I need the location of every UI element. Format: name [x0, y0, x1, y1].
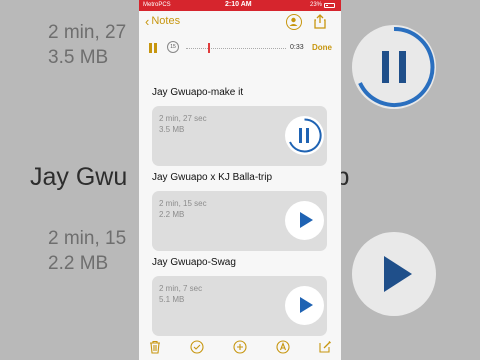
add-icon[interactable] — [233, 340, 247, 354]
phone-screen: MetroPCS 2:10 AM 23% ‹ Notes 15 0:33 Don… — [139, 0, 341, 360]
recording-duration: 2 min, 15 sec — [159, 199, 207, 208]
recording-size: 3.5 MB — [159, 125, 185, 134]
pause-icon — [299, 128, 311, 143]
recording-duration: 2 min, 27 sec — [159, 114, 207, 123]
recording-title: Jay Gwuapo x KJ Balla-trip — [152, 172, 273, 183]
recording-title: Jay Gwuapo-make it — [152, 87, 244, 98]
background-meta-duration: 2 min, 27 — [48, 22, 127, 43]
recording-card[interactable]: 2 min, 15 sec 2.2 MB — [152, 191, 327, 251]
back-button[interactable]: ‹ Notes — [145, 13, 181, 29]
audio-player-bar: 15 0:33 Done — [139, 37, 341, 61]
background-play-button — [352, 232, 436, 316]
play-icon — [300, 212, 313, 228]
background-meta-size: 3.5 MB — [48, 47, 109, 68]
background-meta-2: 2 min, 15 2.2 MB — [48, 226, 126, 276]
done-button[interactable]: Done — [312, 43, 332, 52]
carrier-label: MetroPCS — [143, 2, 171, 8]
pause-icon[interactable] — [149, 43, 157, 53]
recording-card[interactable]: 2 min, 27 sec 3.5 MB — [152, 106, 327, 166]
checklist-icon[interactable] — [190, 340, 204, 354]
bottom-toolbar — [139, 336, 341, 360]
share-icon[interactable] — [314, 14, 326, 29]
recording-duration: 2 min, 7 sec — [159, 284, 203, 293]
background-title-start: Jay Gwu — [30, 163, 128, 191]
play-button[interactable] — [285, 286, 324, 325]
recording-card[interactable]: 2 min, 7 sec 5.1 MB — [152, 276, 327, 336]
pause-button[interactable] — [285, 116, 324, 155]
elapsed-time: 0:33 — [290, 44, 304, 51]
status-time: 2:10 AM — [225, 1, 252, 8]
scrubber-track[interactable] — [186, 48, 286, 49]
skip-back-icon[interactable]: 15 — [167, 41, 179, 53]
markup-icon[interactable] — [276, 340, 290, 354]
recording-meta: 2 min, 27 sec 3.5 MB — [159, 113, 207, 135]
recording-meta: 2 min, 15 sec 2.2 MB — [159, 198, 207, 220]
recording-size: 2.2 MB — [159, 210, 185, 219]
battery-icon — [324, 3, 335, 8]
recording-size: 5.1 MB — [159, 295, 185, 304]
back-label: Notes — [151, 15, 181, 27]
compose-icon[interactable] — [318, 340, 332, 354]
recording-meta: 2 min, 7 sec 5.1 MB — [159, 283, 202, 305]
play-icon — [300, 297, 313, 313]
background-meta-duration-2: 2 min, 15 — [48, 228, 127, 249]
navigation-bar: ‹ Notes — [139, 11, 341, 33]
background-meta-1: 2 min, 27 3.5 MB — [48, 20, 126, 70]
scrubber-playhead[interactable] — [208, 43, 210, 53]
status-bar: MetroPCS 2:10 AM 23% — [139, 0, 341, 11]
background-meta-size-2: 2.2 MB — [48, 253, 109, 274]
background-pause-button — [352, 25, 436, 109]
collaborate-icon[interactable] — [286, 14, 302, 30]
recording-title: Jay Gwuapo-Swag — [152, 257, 236, 268]
battery-percent: 23% — [310, 2, 323, 8]
trash-icon[interactable] — [148, 340, 162, 354]
background-title: Jay Gwuip — [30, 163, 349, 192]
play-button[interactable] — [285, 201, 324, 240]
chevron-left-icon: ‹ — [145, 13, 150, 29]
